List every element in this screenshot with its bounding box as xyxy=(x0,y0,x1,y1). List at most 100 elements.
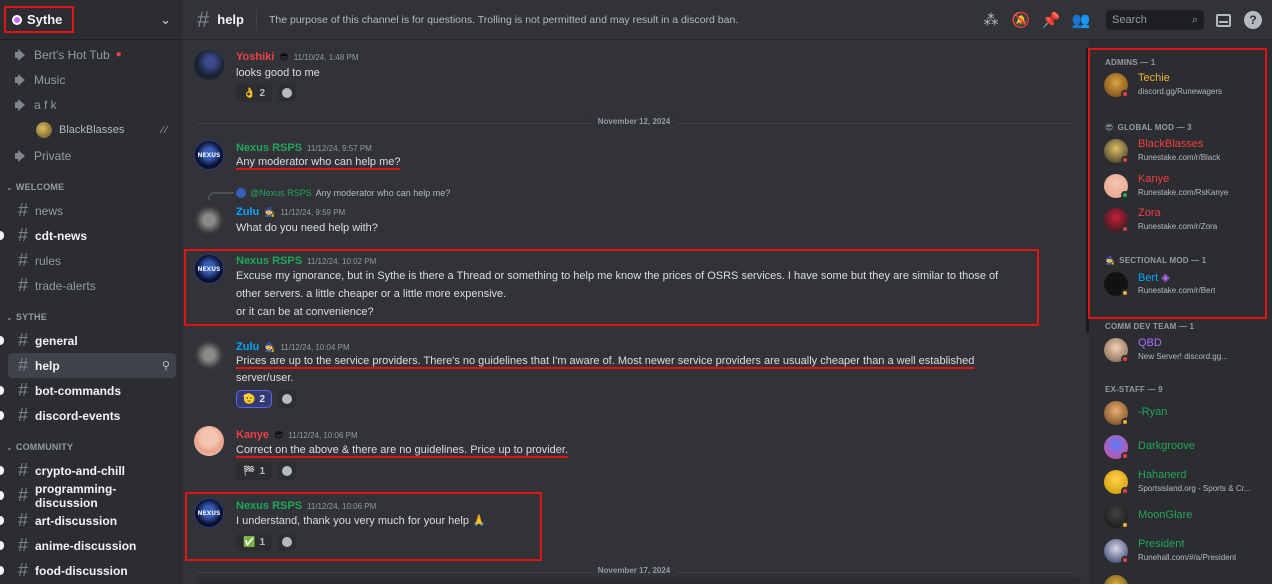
channel-general[interactable]: # general xyxy=(0,328,176,353)
status-idle-icon xyxy=(1121,521,1129,529)
channel-anime-discussion[interactable]: # anime-discussion xyxy=(0,533,176,558)
category-community[interactable]: ⌄ COMMUNITY xyxy=(0,436,183,458)
chevron-down-icon: ⌄ xyxy=(6,312,13,322)
role-header-ex-staff: EX-STAFF — 9 xyxy=(1105,385,1163,394)
search-input[interactable] xyxy=(1112,14,1182,26)
highlight-box xyxy=(1088,48,1267,319)
status-dnd-icon xyxy=(1121,556,1129,564)
channel-discord-events[interactable]: # discord-events xyxy=(0,403,176,428)
timestamp: 11/10/24, 1:48 PM xyxy=(293,53,359,62)
muted-icon: ● xyxy=(115,49,122,60)
category-welcome[interactable]: ⌄ WELCOME xyxy=(0,176,183,198)
chevron-down-icon[interactable]: ⌄ xyxy=(160,12,171,28)
discord-app: Sythe ⌄ Bert's Hot Tub ● Music a f k Blac… xyxy=(0,0,1272,584)
hash-icon: # xyxy=(18,225,29,245)
message-text: Correct on the above & there are no guid… xyxy=(236,444,569,456)
hash-icon: # xyxy=(18,405,29,425)
channel-trade-alerts[interactable]: # trade-alerts xyxy=(8,273,176,298)
threads-icon[interactable]: ⁂ xyxy=(980,9,1002,31)
inbox-button[interactable] xyxy=(1212,9,1234,31)
add-reaction-button[interactable] xyxy=(278,462,297,480)
mod-badge-icon: 🧙 xyxy=(264,342,276,352)
voice-user-blackblasses[interactable]: BlackBlasses ⁄⁄ xyxy=(0,117,183,143)
inbox-icon xyxy=(1215,13,1231,27)
reaction-salute[interactable]: 🫡 2 xyxy=(236,390,273,408)
pin-icon[interactable]: 📌 xyxy=(1040,9,1062,31)
hash-icon: # xyxy=(18,380,29,400)
horizontal-scrollbar[interactable] xyxy=(196,577,1081,584)
server-name: Sythe xyxy=(27,12,63,27)
reaction-flag[interactable]: 🏁 1 xyxy=(236,462,273,480)
mute-deafen-icon: ⁄⁄ xyxy=(161,124,169,136)
channel-art-discussion[interactable]: # art-discussion xyxy=(0,508,176,533)
channel-bot-commands[interactable]: # bot-commands xyxy=(0,378,176,403)
channel-header: # help The purpose of this channel is fo… xyxy=(183,0,1272,40)
date-divider: November 17, 2024 xyxy=(197,566,1071,575)
server-header[interactable]: Sythe ⌄ xyxy=(0,0,183,40)
add-reaction-button[interactable] xyxy=(278,390,297,408)
username[interactable]: Kanye xyxy=(236,429,269,441)
member-partial[interactable] xyxy=(1104,572,1269,584)
reactions: 🏁 1 xyxy=(236,462,297,480)
reaction-ok-hand[interactable]: 👌 2 xyxy=(236,84,273,102)
avatar[interactable] xyxy=(194,140,224,170)
member-ryan[interactable]: -Ryan xyxy=(1104,398,1269,428)
member-president[interactable]: President Runehall.com/#/a/President xyxy=(1104,536,1269,566)
channel-food-discussion[interactable]: # food-discussion xyxy=(0,558,176,583)
mod-badge-icon: 🧙 xyxy=(264,207,276,217)
server-name-box[interactable]: Sythe xyxy=(4,6,75,33)
channel-list: Bert's Hot Tub ● Music a f k BlackBlasses… xyxy=(0,40,183,583)
member-hahanerd[interactable]: Hahanerd Sportsisland.org - Sports & Cr.… xyxy=(1104,467,1269,497)
member-moonglare[interactable]: MoonGlare xyxy=(1104,501,1269,531)
timestamp: 11/12/24, 10:04 PM xyxy=(280,343,350,352)
username[interactable]: Yoshiki xyxy=(236,51,274,63)
status-idle-icon xyxy=(1121,418,1129,426)
channel-crypto-and-chill[interactable]: # crypto-and-chill xyxy=(0,458,176,483)
channel-topic[interactable]: The purpose of this channel is for quest… xyxy=(269,14,738,26)
avatar[interactable] xyxy=(194,205,224,235)
channel-news[interactable]: # news xyxy=(8,198,176,223)
member-list-icon[interactable]: 👥 xyxy=(1070,9,1092,31)
username[interactable]: Zulu xyxy=(236,206,259,218)
search-box[interactable]: ⌕ xyxy=(1106,10,1204,30)
hash-icon: # xyxy=(18,250,29,270)
member-qbd[interactable]: QBD New Server! discord.gg... xyxy=(1104,335,1269,365)
voice-channel-private[interactable]: Private xyxy=(0,143,183,168)
hash-icon: # xyxy=(18,200,29,220)
voice-channel-music[interactable]: Music xyxy=(0,67,183,92)
channel-cdt-news[interactable]: # cdt-news xyxy=(0,223,176,248)
channel-rules[interactable]: # rules xyxy=(8,248,176,273)
category-sythe[interactable]: ⌄ SYTHE xyxy=(0,306,183,328)
speaker-icon xyxy=(14,149,28,162)
channel-sidebar: Sythe ⌄ Bert's Hot Tub ● Music a f k Blac… xyxy=(0,0,183,584)
status-dnd-icon xyxy=(1121,487,1129,495)
avatar[interactable] xyxy=(194,50,224,80)
server-icon xyxy=(12,14,22,25)
username[interactable]: Nexus RSPS xyxy=(236,142,302,154)
username[interactable]: Zulu xyxy=(236,341,259,353)
channel-programming-discussion[interactable]: # programming-discussion xyxy=(0,482,176,510)
speaker-icon xyxy=(14,48,28,61)
member-darkgroove[interactable]: Darkgroove xyxy=(1104,432,1269,462)
notification-bell-muted-icon[interactable]: 🔕 xyxy=(1010,9,1032,31)
reactions: 👌 2 xyxy=(236,84,297,102)
message-text: Any moderator who can help me? xyxy=(236,156,401,168)
avatar[interactable] xyxy=(194,340,224,370)
emoji-icon xyxy=(282,394,293,404)
message-list: Yoshiki 😎 11/10/24, 1:48 PM looks good to … xyxy=(183,40,1085,584)
hash-icon: # xyxy=(18,535,29,555)
create-invite-icon[interactable]: ⚲ xyxy=(162,359,170,372)
date-divider: November 12, 2024 xyxy=(197,117,1071,126)
hash-icon: # xyxy=(18,355,29,375)
help-button[interactable]: ? xyxy=(1242,9,1264,31)
channel-help[interactable]: # help ⚲ xyxy=(8,353,176,378)
emoji-icon xyxy=(282,466,293,476)
reply-preview[interactable]: @Nexus RSPS Any moderator who can help me… xyxy=(236,188,450,198)
highlight-box xyxy=(185,492,542,561)
hash-icon: # xyxy=(18,510,29,530)
voice-channel-afk[interactable]: a f k xyxy=(0,92,183,117)
add-reaction-button[interactable] xyxy=(278,84,297,102)
avatar[interactable] xyxy=(194,426,224,456)
message-text: Prices are up to the service providers. … xyxy=(236,355,975,367)
voice-channel-hot-tub[interactable]: Bert's Hot Tub ● xyxy=(0,42,183,67)
